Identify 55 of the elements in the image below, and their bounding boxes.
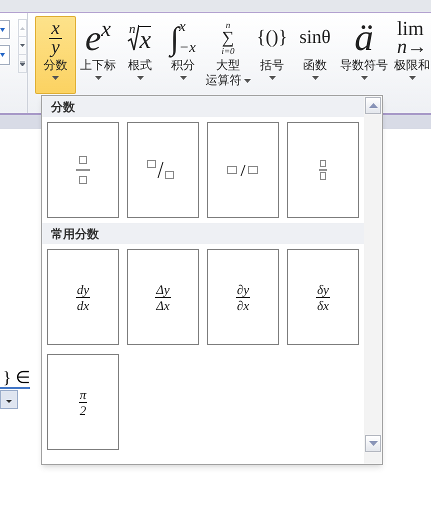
down-arrow-icon — [368, 441, 378, 446]
formula-icon: n ∑ i=0 — [221, 18, 235, 58]
more-icon — [20, 61, 25, 66]
equation-tool-button[interactable]: ä 导数符号 — [338, 16, 390, 94]
fraction-tile[interactable] — [127, 122, 199, 218]
equation-tool-button[interactable]: {()} 括号 — [252, 16, 292, 94]
fraction-tile[interactable]: δy δx — [287, 249, 359, 345]
equation-tool-button[interactable]: x y 分数 — [35, 16, 76, 94]
scroll-down-button[interactable] — [365, 435, 381, 452]
scroll-down-button[interactable] — [18, 37, 27, 55]
caret-icon — [136, 76, 144, 80]
caret-icon — [312, 76, 318, 80]
caret-icon — [408, 76, 416, 80]
down-arrow-icon — [20, 44, 25, 47]
chevron-icon — [0, 53, 5, 57]
equation-tool-button[interactable]: lim n→ 极限和 — [392, 16, 431, 94]
chevron-icon — [0, 28, 5, 32]
fraction-formula: δy δx — [316, 282, 330, 312]
fraction-tile[interactable]: Δy Δx — [127, 249, 199, 345]
caret-icon — [94, 76, 102, 80]
fraction-tile[interactable]: ∂y ∂x — [207, 249, 279, 345]
fraction-tile[interactable] — [47, 122, 119, 218]
scrollbar[interactable] — [364, 96, 382, 464]
fraction-formula: Δy Δx — [155, 282, 171, 312]
caret-icon — [268, 76, 276, 80]
fraction-tile[interactable]: dy dx — [47, 249, 119, 345]
fraction-formula: ∂y ∂x — [236, 282, 250, 312]
linear-fraction-icon — [227, 163, 259, 177]
up-arrow-icon — [368, 103, 378, 108]
caret-icon — [244, 78, 250, 82]
caret-icon — [6, 400, 12, 403]
formula-icon: lim n→ — [397, 18, 427, 58]
equation-tool-button[interactable]: n ∑ i=0 大型 运算符 — [206, 16, 250, 94]
caret-icon — [360, 76, 368, 80]
small-fraction-icon — [319, 159, 327, 181]
equation-tool-button[interactable]: sinθ 函数 — [294, 16, 336, 94]
fraction-tile[interactable] — [207, 122, 279, 218]
caret-icon — [52, 76, 59, 80]
stacked-fraction-icon — [76, 155, 90, 185]
formula-icon: sinθ — [299, 18, 331, 58]
caret-icon — [180, 76, 186, 80]
fraction-formula: π 2 — [78, 386, 88, 418]
fraction-tile[interactable]: π 2 — [47, 354, 119, 450]
section-header: 常用分数 — [51, 226, 99, 242]
equation-options-button[interactable] — [0, 390, 18, 409]
style-field[interactable] — [0, 45, 10, 65]
fraction-tile[interactable] — [287, 122, 359, 218]
scroll-up-button[interactable] — [365, 97, 381, 114]
up-arrow-icon — [20, 26, 25, 30]
more-button[interactable] — [18, 55, 27, 73]
section-header: 分数 — [51, 98, 75, 116]
fraction-formula: dy dx — [76, 282, 90, 312]
style-field[interactable] — [0, 20, 10, 39]
formula-icon: ä — [354, 18, 374, 58]
formula-icon: {()} — [256, 18, 288, 58]
